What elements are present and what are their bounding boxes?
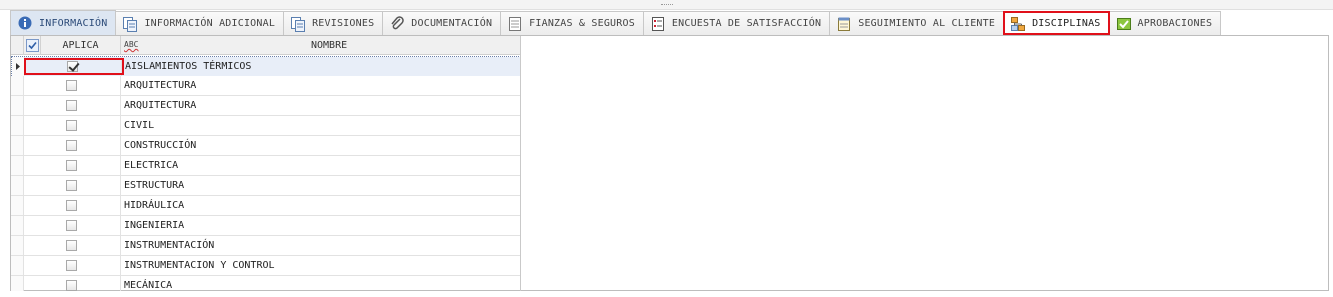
- tab-aprobaciones[interactable]: APROBACIONES: [1108, 11, 1222, 35]
- table-row[interactable]: ARQUITECTURA: [11, 96, 520, 116]
- tab-disciplinas[interactable]: DISCIPLINAS: [1003, 11, 1110, 35]
- approval-check-icon: [1116, 16, 1132, 32]
- tab-informacion[interactable]: INFORMACIÓN: [10, 10, 117, 35]
- table-row[interactable]: CONSTRUCCIÓN: [11, 136, 520, 156]
- row-indicator[interactable]: [11, 276, 24, 291]
- documents-icon: [290, 16, 306, 32]
- grid-header: APLICA ABC NOMBRE: [11, 36, 520, 55]
- nombre-cell[interactable]: AISLAMIENTOS TÉRMICOS: [122, 57, 520, 76]
- nombre-cell[interactable]: ARQUITECTURA: [121, 76, 520, 95]
- nombre-cell[interactable]: ARQUITECTURA: [121, 96, 520, 115]
- text-type-icon: ABC: [124, 40, 139, 49]
- aplica-cell: [24, 136, 121, 155]
- aplica-cell: [24, 76, 121, 95]
- aplica-checkbox[interactable]: [66, 180, 77, 191]
- table-row[interactable]: ARQUITECTURA: [11, 76, 520, 96]
- row-indicator[interactable]: [11, 256, 24, 275]
- row-indicator[interactable]: [11, 236, 24, 255]
- nombre-cell[interactable]: HIDRÁULICA: [121, 196, 520, 215]
- table-row[interactable]: CIVIL: [11, 116, 520, 136]
- column-header-nombre-label: NOMBRE: [311, 40, 348, 51]
- row-indicator[interactable]: [11, 96, 24, 115]
- tab-encuesta-satisfaccion[interactable]: ENCUESTA DE SATISFACCIÓN: [642, 11, 831, 35]
- aplica-cell: [24, 276, 121, 291]
- aplica-cell: [24, 196, 121, 215]
- aplica-checkbox[interactable]: [66, 200, 77, 211]
- ledger-icon: [507, 16, 523, 32]
- column-header-aplica[interactable]: APLICA: [41, 36, 121, 55]
- aplica-checkbox[interactable]: [66, 260, 77, 271]
- splitter-grip[interactable]: [661, 4, 673, 6]
- nombre-cell[interactable]: MECÁNICA: [121, 276, 520, 291]
- disciplinas-panel: APLICA ABC NOMBRE AISLAMIENTOS TÉRMICOS A…: [10, 35, 1329, 291]
- table-row[interactable]: ESTRUCTURA: [11, 176, 520, 196]
- aplica-cell: [24, 156, 121, 175]
- nombre-cell[interactable]: INGENIERIA: [121, 216, 520, 235]
- table-row[interactable]: MECÁNICA: [11, 276, 520, 291]
- aplica-cell: [24, 176, 121, 195]
- numbered-list-icon: [650, 16, 666, 32]
- aplica-checkbox[interactable]: [66, 220, 77, 231]
- paperclip-icon: [389, 15, 405, 32]
- aplica-cell: [24, 256, 121, 275]
- documents-icon: [122, 16, 138, 32]
- aplica-checkbox[interactable]: [66, 140, 77, 151]
- org-chart-icon: [1010, 16, 1026, 32]
- aplica-checkbox[interactable]: [66, 80, 77, 91]
- highlighted-aplica-cell: [24, 58, 124, 75]
- tab-seguimiento-cliente[interactable]: SEGUIMIENTO AL CLIENTE: [829, 11, 1005, 35]
- aplica-checkbox[interactable]: [66, 280, 77, 291]
- aplica-cell: [24, 116, 121, 135]
- row-indicator[interactable]: [11, 116, 24, 135]
- row-indicator[interactable]: [11, 216, 24, 235]
- aplica-checkbox[interactable]: [66, 160, 77, 171]
- nombre-cell[interactable]: CIVIL: [121, 116, 520, 135]
- row-indicator[interactable]: [11, 176, 24, 195]
- row-indicator-header: [11, 36, 24, 55]
- aplica-checkbox[interactable]: [66, 100, 77, 111]
- info-icon: [17, 15, 33, 31]
- nombre-cell[interactable]: INSTRUMENTACIÓN: [121, 236, 520, 255]
- nombre-cell[interactable]: ELECTRICA: [121, 156, 520, 175]
- table-row[interactable]: INGENIERIA: [11, 216, 520, 236]
- column-header-nombre[interactable]: ABC NOMBRE: [121, 36, 520, 55]
- nombre-cell[interactable]: CONSTRUCCIÓN: [121, 136, 520, 155]
- table-row[interactable]: INSTRUMENTACIÓN: [11, 236, 520, 256]
- table-row[interactable]: ELECTRICA: [11, 156, 520, 176]
- nombre-cell[interactable]: INSTRUMENTACION Y CONTROL: [121, 256, 520, 275]
- aplica-checkbox[interactable]: [66, 120, 77, 131]
- tab-documentacion[interactable]: DOCUMENTACIÓN: [382, 11, 502, 35]
- aplica-cell: [24, 236, 121, 255]
- tab-informacion-adicional[interactable]: INFORMACIÓN ADICIONAL: [115, 11, 285, 35]
- tab-fianzas-seguros[interactable]: FIANZAS & SEGUROS: [500, 11, 644, 35]
- select-all-check-icon: [25, 39, 39, 52]
- splitter-bar[interactable]: [0, 0, 1333, 10]
- select-all-checkbox[interactable]: [24, 36, 41, 55]
- tab-revisiones[interactable]: REVISIONES: [283, 11, 384, 35]
- row-indicator[interactable]: [11, 156, 24, 175]
- notepad-icon: [836, 16, 852, 32]
- aplica-cell: [24, 216, 121, 235]
- table-row[interactable]: HIDRÁULICA: [11, 196, 520, 216]
- table-row[interactable]: INSTRUMENTACION Y CONTROL: [11, 256, 520, 276]
- aplica-cell: [24, 96, 121, 115]
- nombre-cell[interactable]: ESTRUCTURA: [121, 176, 520, 195]
- tab-bar: INFORMACIÓN INFORMACIÓN ADICIONAL REVISI…: [10, 10, 1222, 35]
- row-indicator[interactable]: [11, 196, 24, 215]
- row-indicator[interactable]: [11, 136, 24, 155]
- row-indicator[interactable]: [11, 76, 24, 95]
- aplica-checkbox[interactable]: [66, 240, 77, 251]
